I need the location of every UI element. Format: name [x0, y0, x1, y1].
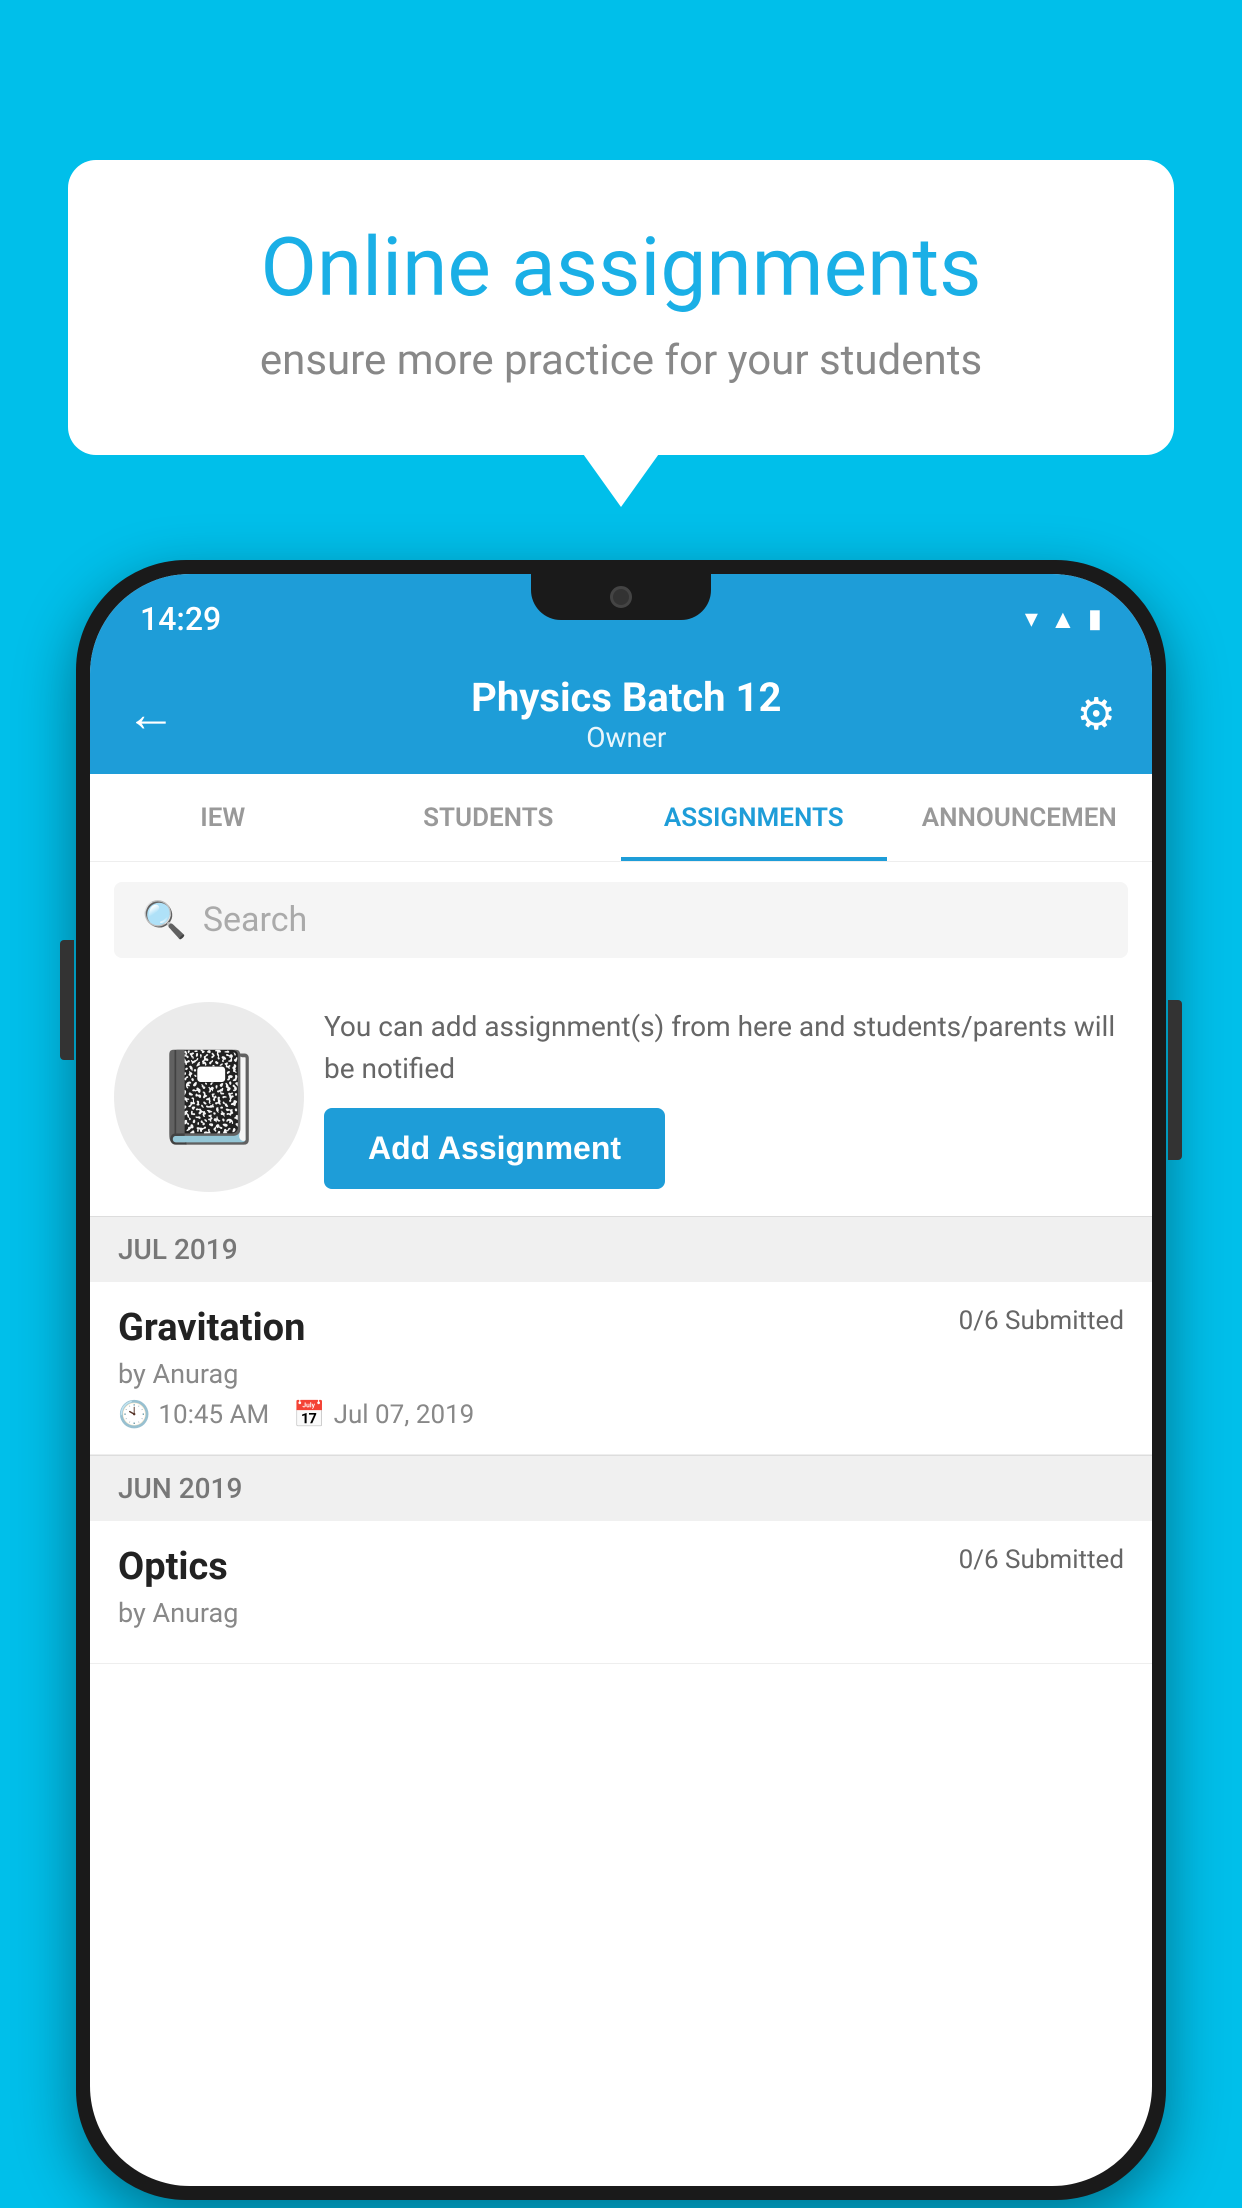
- settings-icon[interactable]: ⚙: [1077, 688, 1116, 740]
- month-label-jul: JUL 2019: [118, 1233, 238, 1266]
- status-time: 14:29: [140, 600, 221, 638]
- app-bar-subtitle: Owner: [471, 721, 781, 754]
- phone-outer: 14:29 ▾ ▲ ▮ ← Physics Batch 12 Owner ⚙: [76, 560, 1166, 2200]
- tab-students-label: STUDENTS: [423, 803, 553, 833]
- speech-bubble: Online assignments ensure more practice …: [68, 160, 1174, 455]
- back-button[interactable]: ←: [126, 685, 176, 744]
- meta-time-gravitation: 🕙 10:45 AM: [118, 1400, 269, 1430]
- battery-icon: ▮: [1088, 604, 1102, 634]
- promo-icon-circle: 📓: [114, 1002, 304, 1192]
- assignment-name-gravitation: Gravitation: [118, 1306, 305, 1350]
- signal-icon: ▲: [1050, 604, 1076, 635]
- search-placeholder-text: Search: [203, 900, 307, 940]
- assignment-date-gravitation: Jul 07, 2019: [334, 1400, 475, 1430]
- status-icons: ▾ ▲ ▮: [1025, 604, 1102, 635]
- phone-screen: 14:29 ▾ ▲ ▮ ← Physics Batch 12 Owner ⚙: [90, 574, 1152, 2186]
- month-separator-jun: JUN 2019: [90, 1455, 1152, 1521]
- tab-assignments-label: ASSIGNMENTS: [664, 803, 844, 833]
- promo-description: You can add assignment(s) from here and …: [324, 1006, 1128, 1090]
- promo-section: 📓 You can add assignment(s) from here an…: [90, 978, 1152, 1216]
- notch: [531, 574, 711, 620]
- tab-iew-label: IEW: [200, 803, 245, 833]
- tab-announcements-label: ANNOUNCEMEN: [922, 803, 1117, 833]
- assignment-status-gravitation: 0/6 Submitted: [959, 1306, 1124, 1336]
- assignment-row1-optics: Optics 0/6 Submitted: [118, 1545, 1124, 1589]
- app-bar-title-container: Physics Batch 12 Owner: [471, 674, 781, 754]
- assignment-author-gravitation: by Anurag: [118, 1358, 1124, 1390]
- tab-iew[interactable]: IEW: [90, 774, 356, 861]
- wifi-icon: ▾: [1025, 604, 1038, 634]
- promo-text-area: You can add assignment(s) from here and …: [324, 1006, 1128, 1189]
- tabs-bar: IEW STUDENTS ASSIGNMENTS ANNOUNCEMEN: [90, 774, 1152, 862]
- meta-date-gravitation: 📅 Jul 07, 2019: [293, 1400, 474, 1430]
- assignment-meta-gravitation: 🕙 10:45 AM 📅 Jul 07, 2019: [118, 1400, 1124, 1430]
- assignment-item-gravitation[interactable]: Gravitation 0/6 Submitted by Anurag 🕙 10…: [90, 1282, 1152, 1455]
- search-icon: 🔍: [142, 899, 187, 941]
- assignment-time-gravitation: 10:45 AM: [158, 1400, 269, 1430]
- month-label-jun: JUN 2019: [118, 1472, 242, 1505]
- search-bar-container: 🔍 Search: [90, 862, 1152, 978]
- app-bar-title: Physics Batch 12: [471, 674, 781, 721]
- assignment-status-optics: 0/6 Submitted: [959, 1545, 1124, 1575]
- assignment-author-optics: by Anurag: [118, 1597, 1124, 1629]
- tab-announcements[interactable]: ANNOUNCEMEN: [887, 774, 1153, 861]
- speech-bubble-container: Online assignments ensure more practice …: [68, 160, 1174, 455]
- notebook-icon: 📓: [153, 1045, 265, 1150]
- speech-bubble-title: Online assignments: [148, 220, 1094, 316]
- phone-wrapper: 14:29 ▾ ▲ ▮ ← Physics Batch 12 Owner ⚙: [76, 560, 1166, 2200]
- notch-camera: [610, 586, 632, 608]
- month-separator-jul: JUL 2019: [90, 1216, 1152, 1282]
- app-bar: ← Physics Batch 12 Owner ⚙: [90, 654, 1152, 774]
- assignment-item-optics[interactable]: Optics 0/6 Submitted by Anurag: [90, 1521, 1152, 1664]
- search-bar[interactable]: 🔍 Search: [114, 882, 1128, 958]
- assignment-row1: Gravitation 0/6 Submitted: [118, 1306, 1124, 1350]
- add-assignment-button[interactable]: Add Assignment: [324, 1108, 665, 1189]
- assignment-name-optics: Optics: [118, 1545, 228, 1589]
- tab-assignments[interactable]: ASSIGNMENTS: [621, 774, 887, 861]
- speech-bubble-subtitle: ensure more practice for your students: [148, 336, 1094, 385]
- tab-students[interactable]: STUDENTS: [356, 774, 622, 861]
- calendar-icon: 📅: [293, 1400, 325, 1430]
- clock-icon: 🕙: [118, 1400, 150, 1430]
